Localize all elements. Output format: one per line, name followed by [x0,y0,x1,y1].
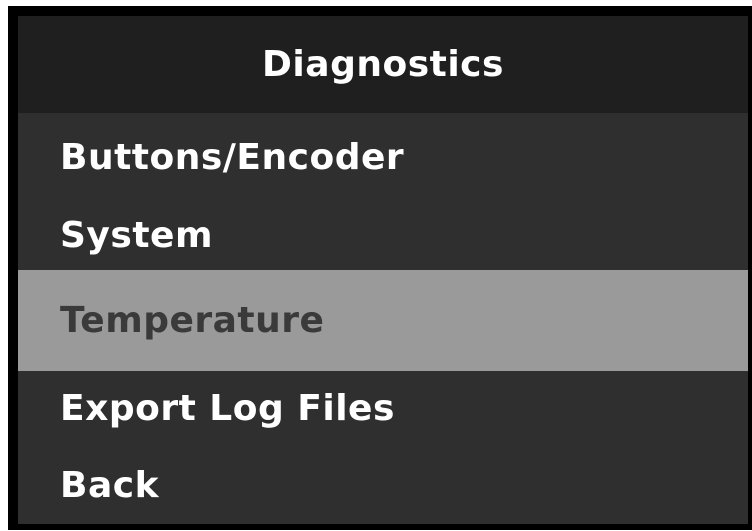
menu-item-export-log-files[interactable]: Export Log Files [18,371,748,446]
device-bezel: Diagnostics Buttons/Encoder System Tempe… [8,6,752,530]
header-bar: Diagnostics [18,16,748,113]
menu-item-system[interactable]: System [18,201,748,270]
menu-item-temperature[interactable]: Temperature [18,270,748,371]
menu-item-back[interactable]: Back [18,446,748,524]
menu-item-buttons-encoder[interactable]: Buttons/Encoder [18,113,748,201]
page-title: Diagnostics [262,44,504,85]
diagnostics-screen: Diagnostics Buttons/Encoder System Tempe… [18,16,748,524]
diagnostics-menu: Buttons/Encoder System Temperature Expor… [18,113,748,524]
